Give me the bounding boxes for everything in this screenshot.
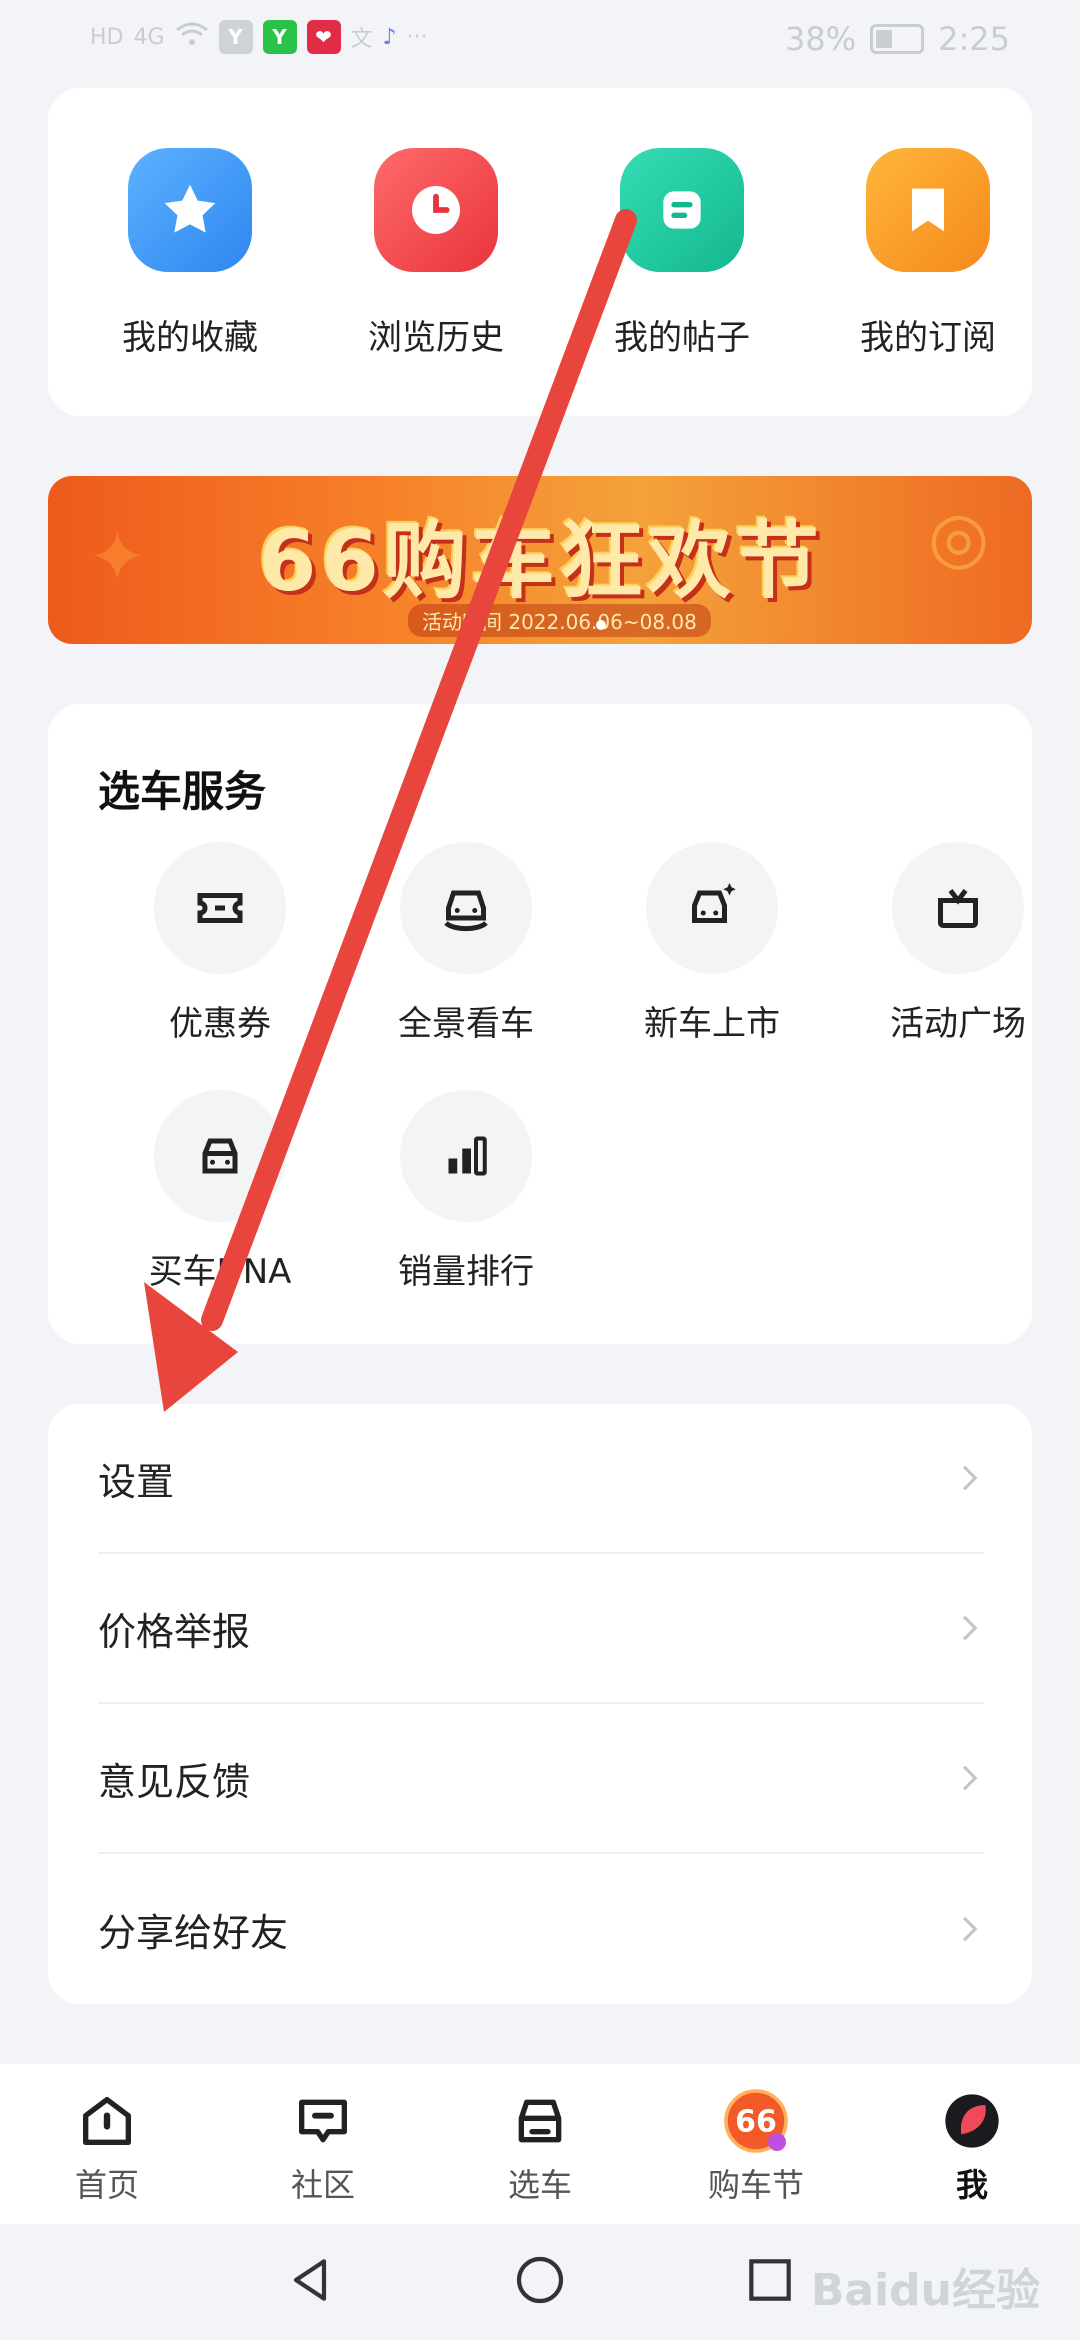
menu-label: 分享给好友 — [98, 1910, 289, 1955]
tab-label: 购车节 — [707, 2166, 804, 2204]
gift-icon — [892, 842, 1024, 974]
chevron-right-icon — [962, 1615, 978, 1641]
new-car-icon — [646, 842, 778, 974]
banner-subtitle: 活动时间 2022.06.06~08.08 — [408, 604, 711, 637]
quick-access-card: 我的收藏 浏览历史 我的帖子 我的订阅 — [48, 88, 1032, 416]
more-icon: ··· — [406, 24, 428, 50]
service-label: 销量排行 — [398, 1252, 534, 1292]
watermark: Baidu经验 — [810, 2265, 1040, 2316]
tab-label: 选车 — [507, 2166, 572, 2204]
festival-66-icon: 66 — [686, 2088, 826, 2154]
home-circle-icon[interactable] — [512, 2250, 568, 2310]
tab-label: 社区 — [290, 2166, 355, 2204]
menu-label: 价格举报 — [98, 1609, 251, 1654]
service-label: 新车上市 — [644, 1004, 780, 1044]
decor-wheel-icon: ◎ — [928, 496, 990, 578]
service-panorama[interactable]: 全景看车 — [356, 842, 576, 1045]
menu-item-price-report[interactable]: 价格举报 — [98, 1554, 984, 1704]
car-select-icon — [470, 2088, 610, 2154]
ranking-icon — [400, 1090, 532, 1222]
service-new-car[interactable]: 新车上市 — [602, 842, 822, 1045]
menu-label: 设置 — [98, 1459, 175, 1504]
service-sales-ranking[interactable]: 销量排行 — [356, 1090, 576, 1293]
home-icon — [37, 2088, 177, 2154]
quick-item-label: 我的收藏 — [122, 318, 258, 358]
tab-festival[interactable]: 66 购车节 — [686, 2088, 826, 2206]
service-events[interactable]: 活动广场 — [848, 842, 1068, 1045]
menu-label: 意见反馈 — [98, 1759, 251, 1804]
decor-star-icon: ✦ — [88, 516, 147, 598]
service-car-dna[interactable]: 买车DNA — [110, 1090, 330, 1293]
quick-item-posts[interactable]: 我的帖子 — [572, 148, 792, 359]
chevron-right-icon — [962, 1916, 978, 1942]
translate-icon: 文 — [350, 27, 373, 52]
menu-item-share[interactable]: 分享给好友 — [98, 1854, 984, 2004]
app-y-green-icon: Y — [262, 20, 297, 54]
app-y-icon: Y — [218, 20, 253, 54]
bottom-tab-bar: 首页 社区 选车 66 购车节 我 — [0, 2064, 1080, 2224]
chevron-right-icon — [962, 1465, 978, 1491]
tab-car-select[interactable]: 选车 — [470, 2088, 610, 2206]
system-nav-bar: Baidu经验 — [0, 2224, 1080, 2340]
chevron-right-icon — [962, 1765, 978, 1791]
tab-label: 我 — [955, 2166, 988, 2204]
menu-item-settings[interactable]: 设置 — [98, 1404, 984, 1554]
service-label: 买车DNA — [148, 1252, 292, 1292]
recents-icon[interactable] — [742, 2250, 798, 2310]
banner-title: 66购车狂欢节 — [258, 512, 823, 610]
wifi-icon — [175, 21, 209, 53]
community-icon — [253, 2088, 393, 2154]
quick-item-favorites[interactable]: 我的收藏 — [80, 148, 300, 359]
bookmark-icon — [866, 148, 990, 272]
hd-indicator: HD — [90, 24, 124, 50]
banner-page-indicator — [596, 620, 606, 630]
battery-percent: 38% — [785, 20, 857, 58]
battery-icon — [870, 24, 925, 54]
service-label: 活动广场 — [890, 1004, 1026, 1044]
panorama-car-icon — [400, 842, 532, 974]
car-dna-icon — [154, 1090, 286, 1222]
settings-menu-card: 设置 价格举报 意见反馈 分享给好友 — [48, 1404, 1032, 2004]
service-label: 优惠券 — [169, 1004, 271, 1044]
back-icon[interactable] — [282, 2250, 338, 2310]
quick-item-label: 浏览历史 — [368, 318, 504, 358]
status-right: 38% 2:25 — [785, 20, 1010, 58]
service-coupon[interactable]: 优惠券 — [110, 842, 330, 1045]
service-label: 全景看车 — [398, 1004, 534, 1044]
quick-item-label: 我的订阅 — [860, 318, 996, 358]
promo-banner[interactable]: ✦ ◎ 66购车狂欢节 活动时间 2022.06.06~08.08 — [48, 476, 1032, 644]
tab-community[interactable]: 社区 — [253, 2088, 393, 2206]
ticket-icon — [154, 842, 286, 974]
status-bar: HD 4G Y Y ❤ 文 ♪ ··· 38% 2:25 — [0, 0, 1080, 84]
section-title: 选车服务 — [98, 767, 267, 816]
quick-item-label: 我的帖子 — [614, 318, 750, 358]
app-pinduoduo-icon: ❤ — [306, 20, 341, 54]
car-service-card: 选车服务 优惠券 全景看车 新车上市 活动广场 买车DNA 销量排行 — [48, 704, 1032, 1344]
profile-icon — [902, 2088, 1042, 2154]
signal-4g-icon: 4G — [133, 24, 165, 50]
tab-home[interactable]: 首页 — [37, 2088, 177, 2206]
star-icon — [128, 148, 252, 272]
music-icon: ♪ — [382, 24, 397, 50]
menu-item-feedback[interactable]: 意见反馈 — [98, 1704, 984, 1854]
status-icons: HD 4G Y Y ❤ 文 ♪ ··· — [90, 20, 428, 54]
tab-label: 首页 — [74, 2166, 139, 2204]
post-icon — [620, 148, 744, 272]
quick-item-subscriptions[interactable]: 我的订阅 — [818, 148, 1038, 359]
clock-icon — [374, 148, 498, 272]
tab-profile[interactable]: 我 — [902, 2088, 1042, 2206]
clock-time: 2:25 — [938, 20, 1010, 58]
svg-text:66: 66 — [735, 2105, 777, 2140]
quick-item-history[interactable]: 浏览历史 — [326, 148, 546, 359]
